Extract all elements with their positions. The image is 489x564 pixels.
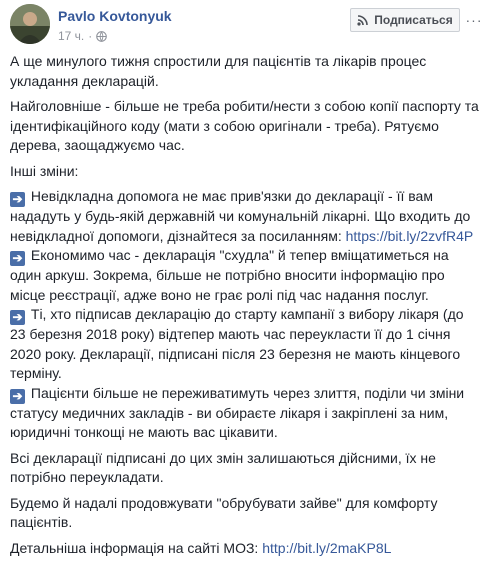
emergency-care-link[interactable]: https://bit.ly/2zvfR4P <box>346 228 474 244</box>
meta-separator: · <box>88 29 93 43</box>
post-time[interactable]: 17 ч. <box>58 29 84 43</box>
post-header: Pavlo Kovtonyuk 17 ч. · Подписаться ··· <box>0 0 489 50</box>
paragraph-more-info: Детальніша інформація на сайті МОЗ: http… <box>10 539 482 559</box>
author-name[interactable]: Pavlo Kovtonyuk <box>58 8 172 24</box>
avatar[interactable] <box>10 4 50 44</box>
subscribe-button[interactable]: Подписаться <box>350 8 460 32</box>
moz-link[interactable]: http://bit.ly/2maKP8L <box>262 540 391 556</box>
paragraph-main: Найголовніше - більше не треба робити/не… <box>10 98 479 153</box>
rss-icon <box>357 14 369 26</box>
bullet-text: Ті, хто підписав декларацію до старту ка… <box>10 306 464 381</box>
arrow-right-icon: ➔ <box>10 310 25 325</box>
bullet-text: Економимо час - декларація "схудла" й те… <box>10 247 449 303</box>
bullet-text: Пацієнти більше не переживатимуть через … <box>10 384 465 441</box>
paragraph-validity: Всі декларації підписані до цих змін зал… <box>10 449 436 486</box>
globe-icon <box>96 30 108 42</box>
paragraph-intro: А ще минулого тижня спростили для пацієн… <box>10 53 427 89</box>
arrow-right-icon: ➔ <box>10 388 25 404</box>
arrow-right-icon: ➔ <box>10 192 25 207</box>
paragraph-continue: Будемо й надалі продовжувати "обрубувати… <box>10 494 438 531</box>
facebook-post: Pavlo Kovtonyuk 17 ч. · Подписаться ··· <box>0 0 489 556</box>
bullet-list: ➔ Невідкладна допомога не має прив'язки … <box>10 187 482 443</box>
more-info-text: Детальніша інформація на сайті МОЗ: <box>10 539 263 556</box>
arrow-right-icon: ➔ <box>10 251 25 266</box>
more-icon[interactable]: ··· <box>466 12 482 28</box>
subscribe-label: Подписаться <box>374 13 453 27</box>
other-changes-heading: Інші зміни: <box>10 162 79 179</box>
post-meta: 17 ч. · <box>58 29 108 43</box>
post-body: А ще минулого тижня спростили для пацієн… <box>10 52 482 564</box>
